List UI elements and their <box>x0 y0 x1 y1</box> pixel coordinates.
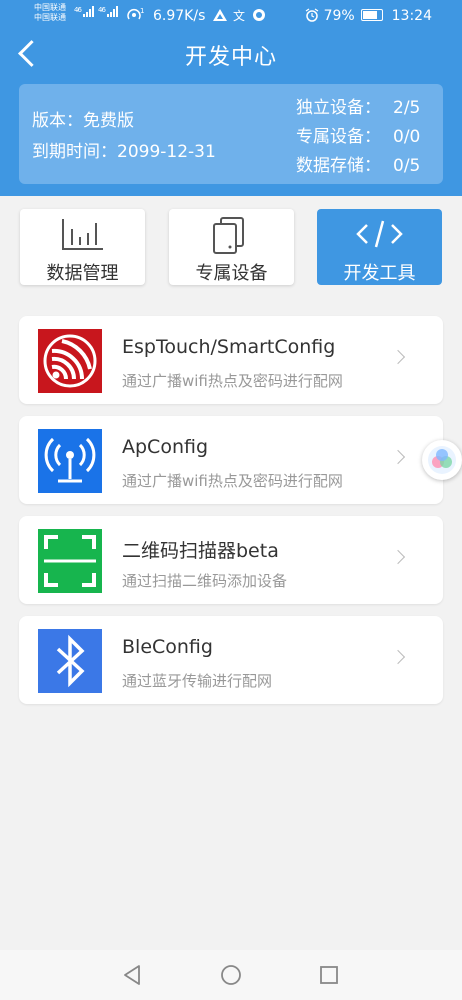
tab-label: 开发工具 <box>343 263 416 284</box>
status-right: 79% 13:24 <box>305 8 432 24</box>
item-subtitle: 通过广播wifi热点及密码进行配网 <box>122 472 343 490</box>
translate-icon: 文 <box>233 8 245 23</box>
expire-label: 到期时间： <box>32 142 117 162</box>
list-item-qr-scanner[interactable]: 二维码扫描器beta 通过扫描二维码添加设备 <box>19 516 443 604</box>
battery-icon <box>361 9 384 21</box>
item-subtitle: 通过广播wifi热点及密码进行配网 <box>122 372 343 390</box>
expire-row: 到期时间：2099-12-31 <box>32 137 216 168</box>
chevron-right-icon <box>390 349 406 365</box>
devices-icon <box>213 217 244 254</box>
page-title: 开发中心 <box>184 45 277 70</box>
nav-back-icon[interactable] <box>122 964 142 986</box>
chevron-right-icon <box>390 649 406 665</box>
expire-value: 2099-12-31 <box>117 142 216 162</box>
nav-recents-icon[interactable] <box>319 965 339 985</box>
account-info-card: 版本：免费版 到期时间：2099-12-31 独立设备： 2/5 专属设备： 0/0… <box>19 84 443 184</box>
chevron-right-icon <box>390 549 406 565</box>
item-title: 二维码扫描器beta <box>122 540 279 562</box>
notification-icons: 文 <box>212 8 266 24</box>
system-nav-bar <box>0 950 462 1000</box>
svg-text:文: 文 <box>233 8 245 22</box>
bar-chart-icon <box>62 219 103 250</box>
signal-icon-2: 46 <box>98 6 121 19</box>
chevron-right-icon <box>390 449 406 465</box>
carrier-2: 中国联通 <box>34 13 66 22</box>
item-title: ApConfig <box>122 436 209 458</box>
app-notification-icon <box>213 9 227 21</box>
stat-data-storage: 数据存储： 0/5 <box>296 156 421 176</box>
floating-assistant-button[interactable] <box>422 440 462 480</box>
item-title: BleConfig <box>122 636 213 658</box>
app-header: 开发中心 <box>0 32 462 78</box>
status-bar: 中国联通 中国联通 46 46 1 6.97K/s 文 79% 13:24 <box>0 0 462 32</box>
nav-home-icon[interactable] <box>220 964 242 986</box>
svg-text:1: 1 <box>140 7 144 15</box>
battery-percent: 79% <box>323 8 355 24</box>
tab-dedicated-devices[interactable]: 专属设备 <box>169 209 294 285</box>
list-item-bleconfig[interactable]: BleConfig 通过蓝牙传输进行配网 <box>19 616 443 704</box>
item-subtitle: 通过蓝牙传输进行配网 <box>122 672 273 690</box>
item-title: EspTouch/SmartConfig <box>122 336 336 358</box>
code-icon <box>356 220 403 248</box>
stat-independent-devices: 独立设备： 2/5 <box>296 98 421 118</box>
version-value: 免费版 <box>83 111 134 131</box>
app-icon <box>253 9 266 21</box>
alarm-icon <box>305 8 319 22</box>
clock: 13:24 <box>391 8 432 24</box>
tab-data-management[interactable]: 数据管理 <box>20 209 145 285</box>
list-item-esptouch[interactable]: EspTouch/SmartConfig 通过广播wifi热点及密码进行配网 <box>19 316 443 404</box>
espressif-logo-icon <box>38 329 102 393</box>
tab-dev-tools[interactable]: 开发工具 <box>317 209 442 285</box>
version-row: 版本：免费版 <box>32 106 216 137</box>
stat-dedicated-devices: 专属设备： 0/0 <box>296 127 421 147</box>
feature-tabs: 数据管理 专属设备 开发工具 <box>0 209 462 285</box>
item-subtitle: 通过扫描二维码添加设备 <box>122 572 288 590</box>
list-item-apconfig[interactable]: ApConfig 通过广播wifi热点及密码进行配网 <box>19 416 443 504</box>
hotspot-icon: 1 <box>127 7 144 20</box>
antenna-icon <box>38 429 102 493</box>
assistant-bubble-icon <box>428 446 456 474</box>
tab-label: 专属设备 <box>195 263 268 284</box>
version-label: 版本： <box>32 111 83 131</box>
network-speed: 6.97K/s <box>153 8 206 24</box>
carrier-1: 中国联通 <box>34 3 66 12</box>
bluetooth-icon <box>38 629 102 693</box>
tab-label: 数据管理 <box>46 263 119 284</box>
signal-icon: 46 <box>74 6 97 19</box>
qr-scan-icon <box>38 529 102 593</box>
